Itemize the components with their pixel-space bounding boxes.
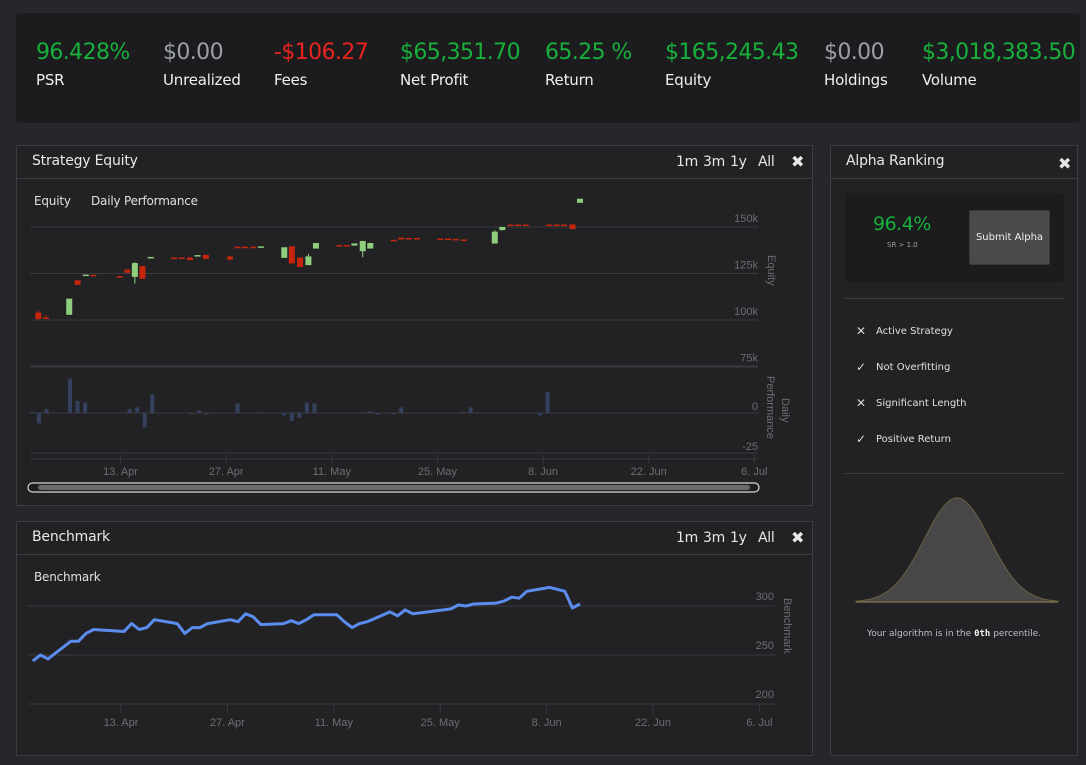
close-icon[interactable]: ✖ xyxy=(791,152,804,171)
stat-value: $65,351.70 xyxy=(400,40,521,65)
stat-label: Net Profit xyxy=(400,71,469,89)
bell-curve-area xyxy=(855,497,1059,603)
strategy-equity-header: Strategy Equity 1m 3m 1y All ✖ xyxy=(17,146,812,179)
divider xyxy=(845,298,1064,299)
stat-value: $3,018,383.50 xyxy=(922,40,1076,65)
stat-value: 65.25 % xyxy=(545,40,632,65)
range-all-button[interactable]: All xyxy=(758,530,775,546)
stat-value: $165,245.43 xyxy=(665,40,799,65)
range-1m-button[interactable]: 1m xyxy=(676,530,698,546)
check-icon: ✓ xyxy=(856,360,867,374)
check-label: Significant Length xyxy=(876,397,967,409)
stat-label: Volume xyxy=(922,71,977,89)
stat-label: Fees xyxy=(274,71,308,89)
check-item: ✓ Not Overfitting xyxy=(856,360,950,374)
stat-label: Holdings xyxy=(824,71,888,89)
divider xyxy=(845,473,1064,474)
stat-equity: $165,245.43 Equity xyxy=(665,39,799,89)
alpha-ranking-panel: Alpha Ranking ✖ 96.4% SR > 1.0 Submit Al… xyxy=(830,145,1078,756)
stat-label: PSR xyxy=(36,71,65,89)
stats-bar: 96.428% PSR $0.00 Unrealized -$106.27 Fees $65… xyxy=(16,13,1080,123)
strategy-equity-panel: Strategy Equity 1m 3m 1y All ✖ Equity Da… xyxy=(16,145,813,506)
check-item: ✕ Active Strategy xyxy=(856,324,953,338)
range-3m-button[interactable]: 3m xyxy=(703,154,725,170)
panel-title: Strategy Equity xyxy=(32,153,138,169)
check-label: Active Strategy xyxy=(876,325,953,337)
stat-value: $0.00 xyxy=(163,40,224,65)
stat-unrealized: $0.00 Unrealized xyxy=(163,39,241,89)
percentile-text: Your algorithm is in the 0th percentile. xyxy=(831,629,1077,639)
close-icon[interactable]: ✖ xyxy=(1058,154,1071,173)
range-1y-button[interactable]: 1y xyxy=(730,154,747,170)
stat-volume: $3,018,383.50 Volume xyxy=(922,39,1076,89)
distribution-chart xyxy=(855,497,1059,603)
benchmark-series-label[interactable]: Benchmark xyxy=(34,570,101,584)
check-icon: ✓ xyxy=(856,432,867,446)
stat-value: 96.428% xyxy=(36,40,130,65)
alpha-score: 96.4% xyxy=(873,213,931,235)
range-1y-button[interactable]: 1y xyxy=(730,530,747,546)
stat-psr: 96.428% PSR xyxy=(36,39,130,89)
alpha-ranking-header: Alpha Ranking ✖ xyxy=(831,146,1077,179)
stat-label: Equity xyxy=(665,71,712,89)
submit-alpha-button[interactable]: Submit Alpha xyxy=(969,210,1050,265)
x-icon: ✕ xyxy=(856,324,867,338)
check-label: Positive Return xyxy=(876,433,951,445)
close-icon[interactable]: ✖ xyxy=(791,528,804,547)
percentile-suffix: percentile. xyxy=(993,629,1042,639)
check-item: ✕ Significant Length xyxy=(856,396,966,410)
stat-value: -$106.27 xyxy=(274,40,369,65)
stat-net-profit: $65,351.70 Net Profit xyxy=(400,39,521,89)
equity-series-label[interactable]: Equity xyxy=(34,194,71,208)
stat-label: Return xyxy=(545,71,594,89)
benchmark-header: Benchmark 1m 3m 1y All ✖ xyxy=(17,522,812,555)
stat-holdings: $0.00 Holdings xyxy=(824,39,888,89)
benchmark-panel: Benchmark 1m 3m 1y All ✖ Benchmark xyxy=(16,521,813,756)
alpha-score-subtitle: SR > 1.0 xyxy=(887,241,918,249)
panel-title: Benchmark xyxy=(32,529,110,545)
stat-return: 65.25 % Return xyxy=(545,39,632,89)
check-item: ✓ Positive Return xyxy=(856,432,951,446)
percentile-prefix: Your algorithm is in the xyxy=(866,629,972,639)
percentile-value: 0th xyxy=(974,629,991,639)
daily-performance-series-label[interactable]: Daily Performance xyxy=(91,194,198,208)
range-3m-button[interactable]: 3m xyxy=(703,530,725,546)
stat-fees: -$106.27 Fees xyxy=(274,39,369,89)
panel-title: Alpha Ranking xyxy=(846,153,945,169)
range-1m-button[interactable]: 1m xyxy=(676,154,698,170)
range-all-button[interactable]: All xyxy=(758,154,775,170)
alpha-score-box: 96.4% SR > 1.0 Submit Alpha xyxy=(845,193,1064,282)
stat-label: Unrealized xyxy=(163,71,241,89)
stat-value: $0.00 xyxy=(824,40,885,65)
check-label: Not Overfitting xyxy=(876,361,951,373)
x-icon: ✕ xyxy=(856,396,867,410)
